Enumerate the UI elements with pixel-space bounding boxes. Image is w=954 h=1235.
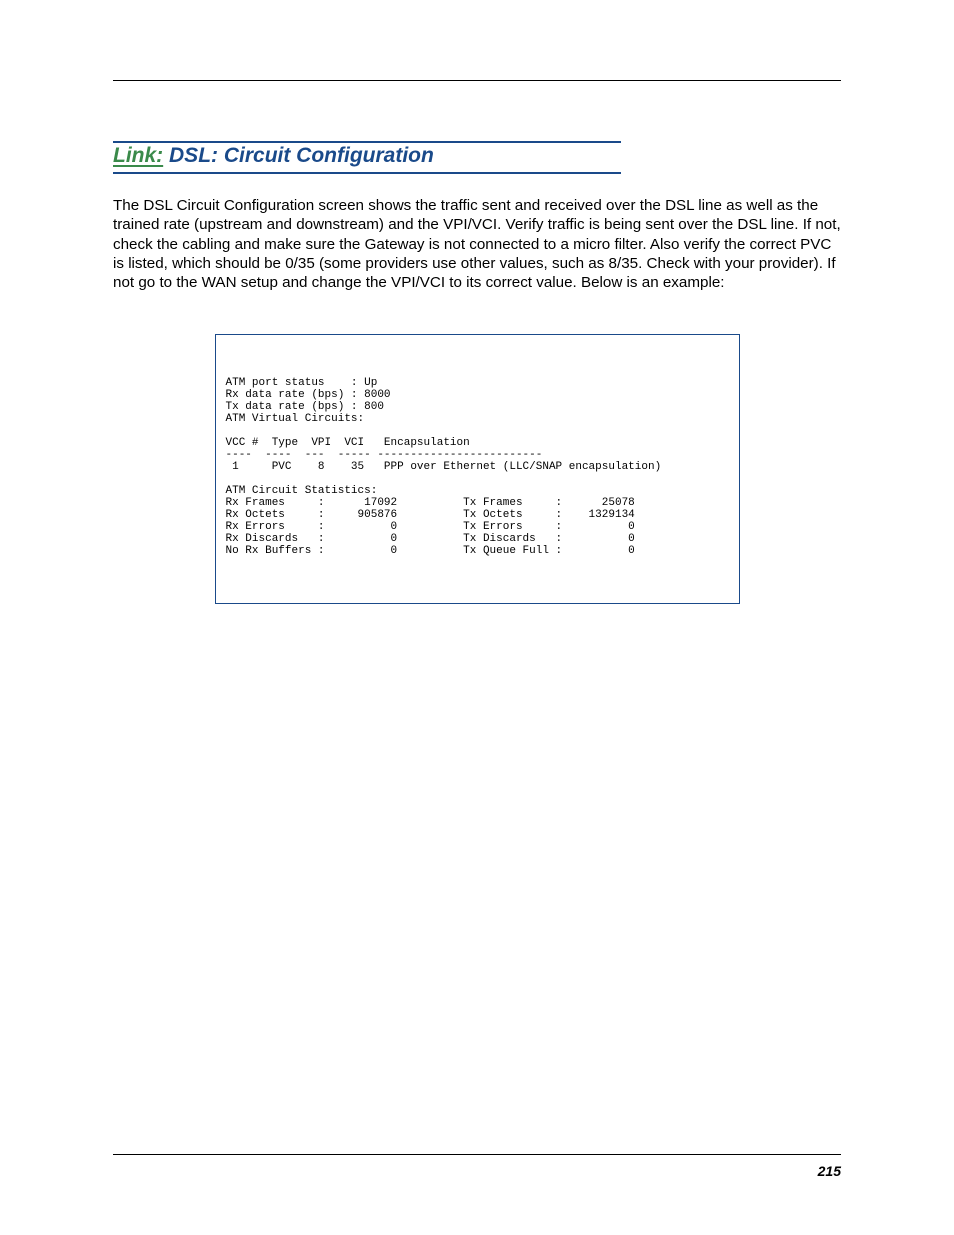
heading-title: DSL: Circuit Configuration	[169, 144, 434, 167]
footer-divider	[113, 1154, 841, 1155]
page-number: 215	[818, 1163, 841, 1179]
body-paragraph: The DSL Circuit Configuration screen sho…	[113, 196, 841, 292]
page-content: Link: DSL: Circuit Configuration The DSL…	[0, 0, 954, 604]
section-heading: Link: DSL: Circuit Configuration	[113, 144, 621, 168]
heading-link-label: Link:	[113, 144, 163, 167]
terminal-output: ATM port status : Up Rx data rate (bps) …	[215, 334, 740, 604]
header-divider	[113, 80, 841, 81]
heading-block: Link: DSL: Circuit Configuration	[113, 141, 621, 174]
